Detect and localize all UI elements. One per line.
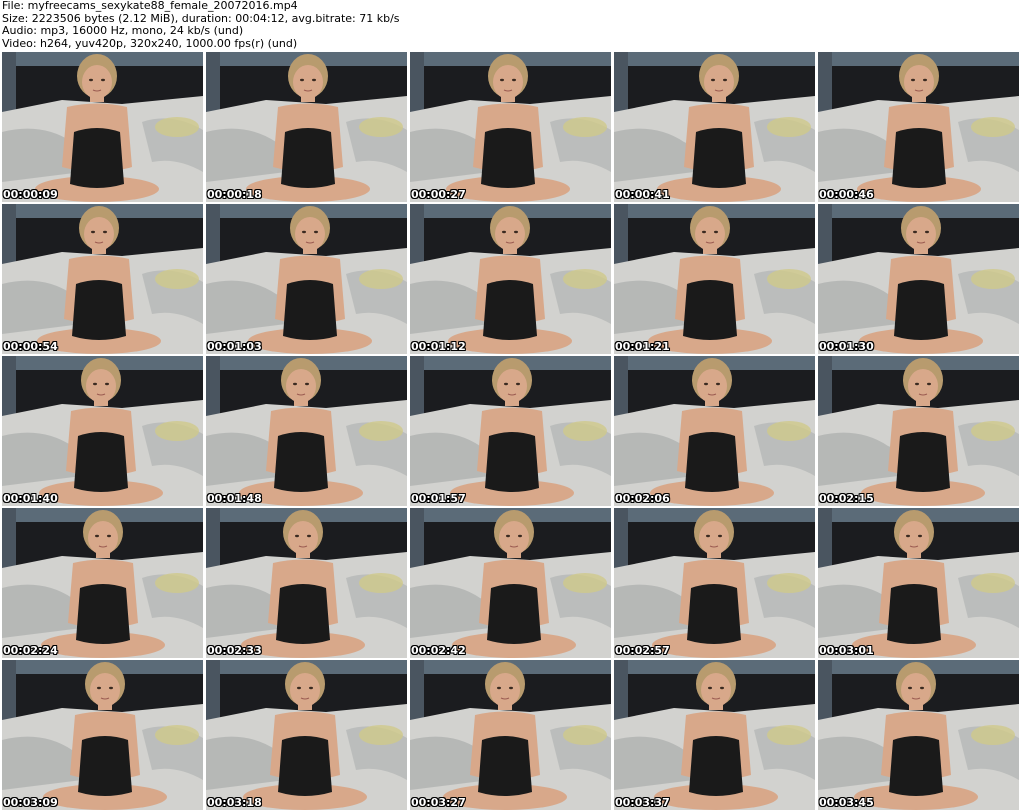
video-info-line: Video: h264, yuv420p, 320x240, 1000.00 f… xyxy=(2,36,298,50)
frame-timestamp: 00:03:45 xyxy=(819,796,874,809)
video-frame-thumbnail: 00:00:46 xyxy=(818,52,1019,202)
frame-timestamp: 00:00:54 xyxy=(3,340,58,353)
frame-image xyxy=(206,52,407,202)
frame-image xyxy=(206,356,407,506)
video-frame-thumbnail: 00:02:42 xyxy=(410,508,611,658)
frame-image xyxy=(818,204,1019,354)
frame-image xyxy=(410,508,611,658)
video-frame-thumbnail: 00:02:57 xyxy=(614,508,815,658)
video-frame-thumbnail: 00:01:21 xyxy=(614,204,815,354)
frame-image xyxy=(614,660,815,810)
frame-timestamp: 00:01:03 xyxy=(207,340,262,353)
file-name-line: File: myfreecams_sexykate88_female_20072… xyxy=(2,0,298,12)
frame-image xyxy=(206,204,407,354)
video-frame-thumbnail: 00:03:37 xyxy=(614,660,815,810)
video-frame-thumbnail: 00:03:01 xyxy=(818,508,1019,658)
frame-image xyxy=(410,356,611,506)
frame-image xyxy=(614,508,815,658)
frame-image xyxy=(410,660,611,810)
frame-timestamp: 00:02:57 xyxy=(615,644,670,657)
frame-timestamp: 00:01:48 xyxy=(207,492,262,505)
frame-timestamp: 00:03:37 xyxy=(615,796,670,809)
frame-image xyxy=(2,356,203,506)
frame-image xyxy=(206,508,407,658)
frame-timestamp: 00:00:46 xyxy=(819,188,874,201)
video-frame-thumbnail: 00:02:33 xyxy=(206,508,407,658)
video-frame-thumbnail: 00:03:09 xyxy=(2,660,203,810)
video-frame-thumbnail: 00:01:03 xyxy=(206,204,407,354)
video-frame-thumbnail: 00:02:24 xyxy=(2,508,203,658)
frame-image xyxy=(818,508,1019,658)
frame-timestamp: 00:02:42 xyxy=(411,644,466,657)
frame-image xyxy=(2,204,203,354)
frame-image xyxy=(818,52,1019,202)
frame-image xyxy=(410,204,611,354)
frame-timestamp: 00:00:27 xyxy=(411,188,466,201)
frame-timestamp: 00:01:30 xyxy=(819,340,874,353)
video-frame-thumbnail: 00:03:18 xyxy=(206,660,407,810)
video-frame-thumbnail: 00:00:54 xyxy=(2,204,203,354)
video-frame-thumbnail: 00:00:41 xyxy=(614,52,815,202)
frame-image xyxy=(614,204,815,354)
frame-timestamp: 00:02:24 xyxy=(3,644,58,657)
frame-timestamp: 00:01:21 xyxy=(615,340,670,353)
thumbnail-grid: 00:00:09 00:00:18 00:00:27 00:00:41 00:00:46… xyxy=(2,52,1023,810)
frame-timestamp: 00:02:15 xyxy=(819,492,874,505)
frame-image xyxy=(818,660,1019,810)
video-frame-thumbnail: 00:02:06 xyxy=(614,356,815,506)
frame-image xyxy=(206,660,407,810)
frame-image xyxy=(2,660,203,810)
frame-image xyxy=(2,52,203,202)
frame-timestamp: 00:01:40 xyxy=(3,492,58,505)
frame-image xyxy=(2,508,203,658)
frame-timestamp: 00:02:33 xyxy=(207,644,262,657)
frame-timestamp: 00:03:18 xyxy=(207,796,262,809)
frame-timestamp: 00:01:57 xyxy=(411,492,466,505)
video-frame-thumbnail: 00:01:57 xyxy=(410,356,611,506)
frame-timestamp: 00:01:12 xyxy=(411,340,466,353)
video-frame-thumbnail: 00:03:45 xyxy=(818,660,1019,810)
frame-timestamp: 00:00:41 xyxy=(615,188,670,201)
video-frame-thumbnail: 00:01:48 xyxy=(206,356,407,506)
video-frame-thumbnail: 00:02:15 xyxy=(818,356,1019,506)
frame-image xyxy=(614,52,815,202)
frame-timestamp: 00:03:09 xyxy=(3,796,58,809)
frame-timestamp: 00:00:18 xyxy=(207,188,262,201)
frame-image xyxy=(818,356,1019,506)
video-info-header: File: myfreecams_sexykate88_female_20072… xyxy=(2,0,1022,50)
frame-timestamp: 00:03:01 xyxy=(819,644,874,657)
frame-timestamp: 00:00:09 xyxy=(3,188,58,201)
video-frame-thumbnail: 00:01:40 xyxy=(2,356,203,506)
audio-info-line: Audio: mp3, 16000 Hz, mono, 24 kb/s (und… xyxy=(2,24,244,37)
video-frame-thumbnail: 00:01:30 xyxy=(818,204,1019,354)
video-frame-thumbnail: 00:00:09 xyxy=(2,52,203,202)
frame-timestamp: 00:03:27 xyxy=(411,796,466,809)
video-frame-thumbnail: 00:01:12 xyxy=(410,204,611,354)
video-frame-thumbnail: 00:03:27 xyxy=(410,660,611,810)
frame-image xyxy=(410,52,611,202)
frame-image xyxy=(614,356,815,506)
video-frame-thumbnail: 00:00:18 xyxy=(206,52,407,202)
video-frame-thumbnail: 00:00:27 xyxy=(410,52,611,202)
frame-timestamp: 00:02:06 xyxy=(615,492,670,505)
